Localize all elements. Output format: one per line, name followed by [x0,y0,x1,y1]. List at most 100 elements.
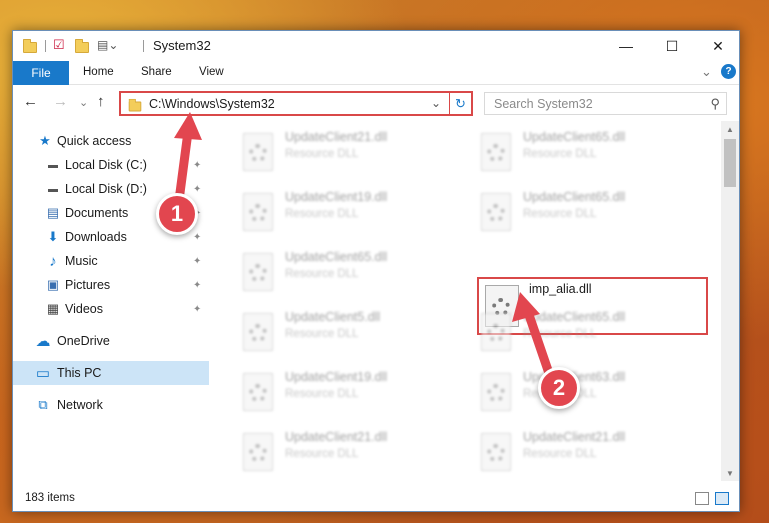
details-view-icon[interactable] [695,492,709,505]
new-folder-icon[interactable] [75,39,89,53]
refresh-button[interactable]: ↻ [449,93,471,114]
vertical-scrollbar[interactable]: ▲ ▼ [721,121,739,481]
sidebar-item-label: Documents [65,206,129,220]
maximize-button[interactable]: ☐ [649,31,695,61]
list-item[interactable]: UpdateClient65.dll Resource DLL [467,187,687,245]
dll-file-icon [243,313,273,351]
list-item[interactable]: UpdateClient19.dll Resource DLL [229,187,449,245]
tab-view[interactable]: View [199,66,224,78]
list-item[interactable]: UpdateClient5.dll Resource DLL [229,307,449,365]
dll-file-icon [481,373,511,411]
sidebar-item-label: This PC [57,366,102,380]
list-item[interactable]: UpdateClient21.dll Resource DLL [229,127,449,185]
file-name: UpdateClient21.dll [285,430,388,444]
star-icon: ★ [39,133,51,148]
file-name: UpdateClient65.dll [285,250,388,264]
sidebar-item-quick-access[interactable]: ★ Quick access [13,129,209,153]
tab-share[interactable]: Share [141,66,172,78]
pc-icon: ▭ [35,365,51,382]
window-title: System32 [153,38,211,53]
downloads-icon: ⬇ [47,229,59,244]
list-item[interactable]: UpdateClient21.dll Resource DLL [229,427,449,481]
minimize-button[interactable]: — [603,31,649,61]
explorer-window: ☑ ▤⌄ System32 — ☐ ✕ File Home Share View… [12,30,740,512]
list-item[interactable]: UpdateClient65.dll Resource DLL [467,127,687,185]
sidebar-item-label: OneDrive [57,334,110,348]
sidebar-item-this-pc[interactable]: ▭ This PC [13,361,209,385]
navigation-pane: ★ Quick access ▬ Local Disk (C:) ✦ ▬ Loc… [13,121,209,481]
file-description: Resource DLL [285,148,359,160]
sidebar-item-network[interactable]: ⧉ Network [13,393,209,417]
recent-locations-button[interactable]: ⌄ [79,96,88,109]
sidebar-item-label: Quick access [57,134,132,148]
scroll-up-icon[interactable]: ▲ [721,121,739,137]
sidebar-item-label: Local Disk (C:) [65,158,147,172]
file-description: Resource DLL [285,388,359,400]
file-name: UpdateClient5.dll [285,310,381,324]
forward-button[interactable]: → [53,93,68,110]
title-bar: ☑ ▤⌄ System32 — ☐ ✕ [13,31,739,61]
file-description: Resource DLL [523,448,597,460]
tab-file[interactable]: File [13,61,69,85]
file-description: Resource DLL [285,448,359,460]
network-icon: ⧉ [38,397,48,412]
file-list: UpdateClient21.dll Resource DLL UpdateCl… [219,121,721,481]
dll-file-icon [243,193,273,231]
step-1-badge: 1 [156,193,198,235]
help-icon[interactable]: ? [721,64,736,79]
chevron-down-icon[interactable]: ⌄ [431,96,441,110]
file-description: Resource DLL [523,328,597,340]
sidebar-item-onedrive[interactable]: ☁ OneDrive [13,329,209,353]
sidebar-item-local-disk-c[interactable]: ▬ Local Disk (C:) ✦ [13,153,209,177]
sidebar-item-videos[interactable]: ▦ Videos ✦ [13,297,209,321]
pin-icon: ✦ [193,231,202,243]
folder-icon [23,39,37,53]
expand-ribbon-icon[interactable]: ⌄ [701,64,712,80]
cloud-icon: ☁ [35,333,51,350]
folder-icon [128,98,142,112]
list-item[interactable]: UpdateClient65.dll Resource DLL [467,307,687,365]
sidebar-item-label: Downloads [65,230,127,244]
pin-icon: ✦ [193,303,202,315]
search-icon: ⚲ [710,96,720,111]
pictures-icon: ▣ [46,277,60,292]
sidebar-item-music[interactable]: ♪ Music ✦ [13,249,209,273]
file-description: Resource DLL [523,208,597,220]
drive-icon: ▬ [48,159,58,171]
file-name: UpdateClient65.dll [523,310,626,324]
search-placeholder: Search System32 [494,97,593,111]
customize-toolbar-icon[interactable]: ▤⌄ [97,38,118,52]
up-button[interactable]: ↑ [97,93,105,110]
back-button[interactable]: ← [23,93,38,110]
sidebar-item-pictures[interactable]: ▣ Pictures ✦ [13,273,209,297]
divider [45,40,46,52]
file-name: UpdateClient21.dll [285,130,388,144]
ribbon-tabs: File Home Share View ⌄ ? [13,61,739,85]
file-description: Resource DLL [523,148,597,160]
dll-file-icon [243,433,273,471]
search-input[interactable]: Search System32 ⚲ [484,92,727,115]
dll-file-icon [243,373,273,411]
close-button[interactable]: ✕ [695,31,741,61]
file-name: UpdateClient65.dll [523,130,626,144]
file-description: Resource DLL [285,268,359,280]
file-name: UpdateClient65.dll [523,190,626,204]
scroll-down-icon[interactable]: ▼ [721,465,739,481]
file-name: imp_alia.dll [529,282,592,296]
list-item[interactable]: UpdateClient19.dll Resource DLL [229,367,449,425]
pin-icon: ✦ [193,183,202,195]
drive-icon: ▬ [48,183,58,195]
file-name: UpdateClient21.dll [523,430,626,444]
address-bar[interactable]: C:\Windows\System32 ⌄ ↻ [119,91,473,116]
music-icon: ♪ [49,252,57,270]
list-item[interactable]: UpdateClient65.dll Resource DLL [229,247,449,305]
step-2-badge: 2 [538,367,580,409]
scroll-thumb[interactable] [724,139,736,187]
documents-icon: ▤ [46,205,60,220]
item-count: 183 items [25,492,75,504]
properties-icon[interactable]: ☑ [53,37,67,52]
tab-home[interactable]: Home [83,66,114,78]
large-icons-view-icon[interactable] [715,492,729,505]
list-item[interactable]: UpdateClient21.dll Resource DLL [467,427,687,481]
sidebar-item-label: Music [65,254,98,268]
